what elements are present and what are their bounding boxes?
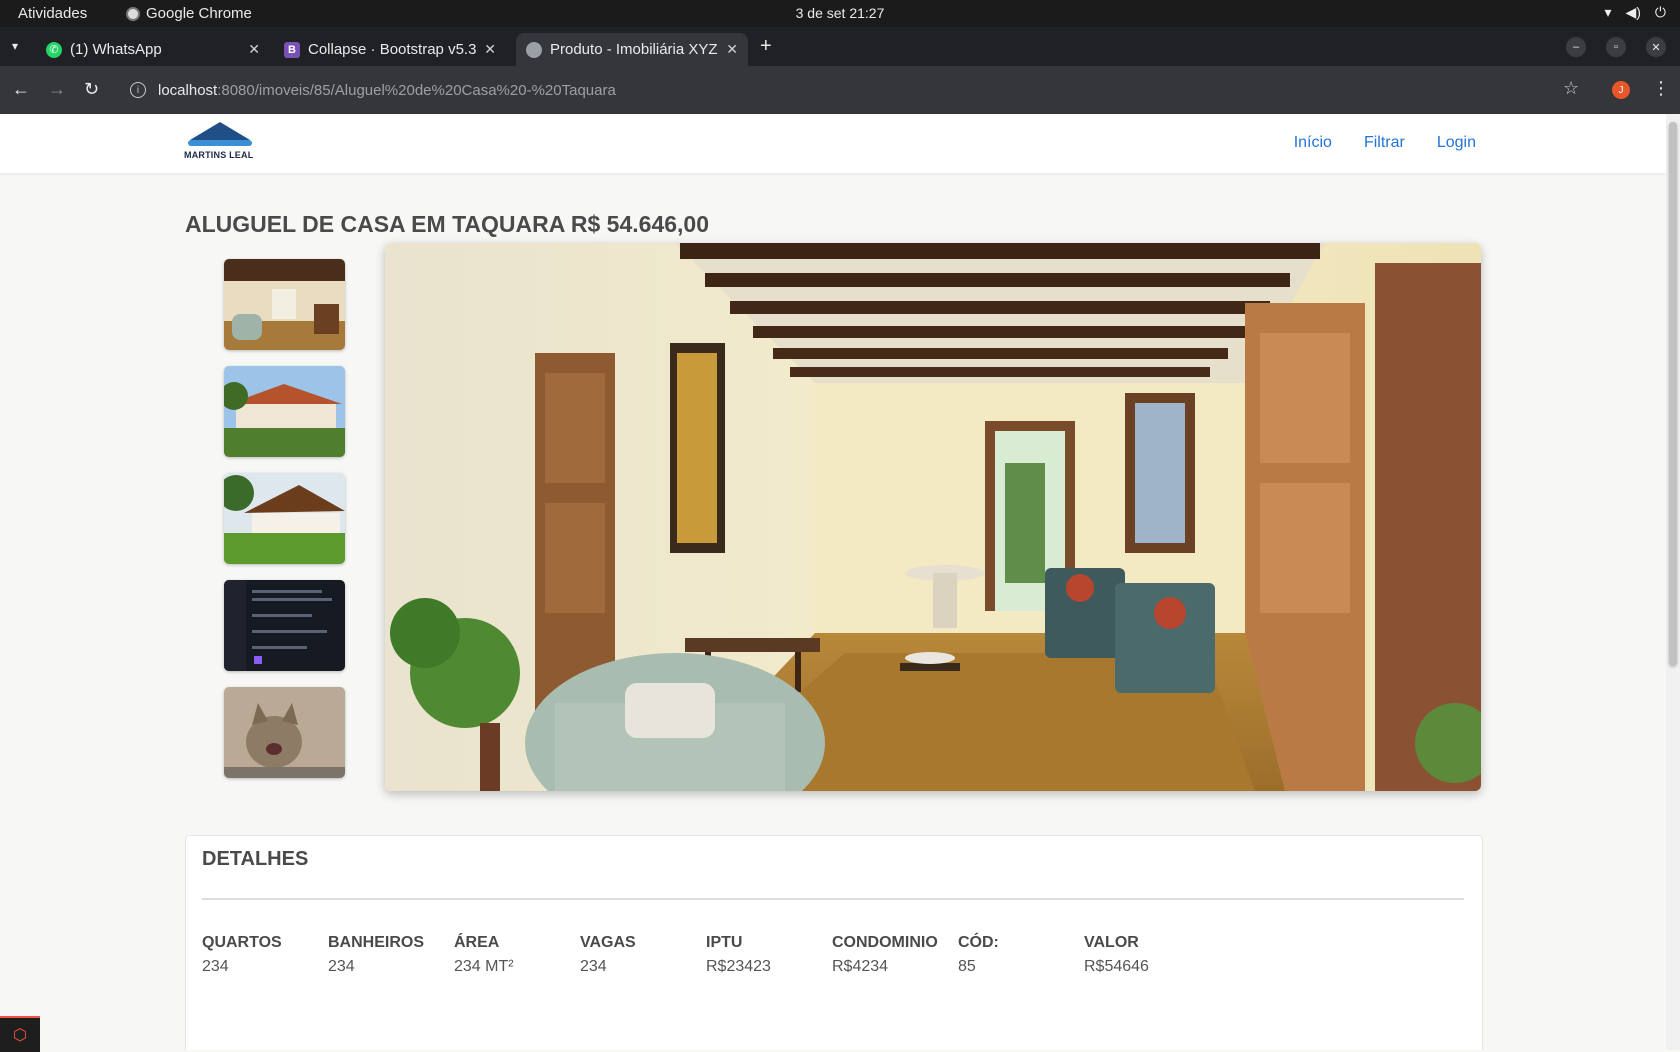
tab-strip: ▾ ✆ (1) WhatsApp ✕ B Collapse · Bootstra… — [0, 27, 1680, 66]
kebab-menu-icon[interactable]: ⋮ — [1652, 78, 1670, 99]
detail-label: CONDOMINIO — [832, 934, 938, 951]
detail-label: QUARTOS — [202, 934, 282, 951]
clock[interactable]: 3 de set 21:27 — [0, 5, 1680, 21]
back-arrow-icon[interactable]: ← — [12, 79, 30, 100]
tab-produto[interactable]: Produto - Imobiliária XYZ ✕ — [516, 33, 748, 66]
minimize-icon[interactable]: – — [1566, 37, 1586, 57]
detail-value: R$23423 — [706, 958, 771, 975]
detail-value: 234 — [328, 958, 355, 975]
bootstrap-icon: B — [284, 41, 300, 58]
system-tray[interactable]: ▾ ◀) ⏻ — [1604, 4, 1666, 21]
forward-arrow-icon[interactable]: → — [48, 79, 66, 100]
details-card: DETALHES QUARTOS 234 BANHEIROS 234 ÁREA … — [185, 835, 1483, 1050]
thumbnail-interior[interactable] — [224, 259, 345, 350]
logo-swoosh-graphic — [188, 140, 252, 146]
close-icon[interactable]: ✕ — [484, 41, 496, 58]
thumbnail-house-exterior[interactable] — [224, 366, 345, 457]
page-viewport: MARTINS LEAL Início Filtrar Login ALUGUE… — [0, 114, 1666, 1050]
detail-value: 234 — [202, 958, 229, 975]
site-nav-links: Início Filtrar Login — [1294, 134, 1476, 152]
new-tab-plus-icon[interactable]: + — [760, 35, 772, 58]
site-info-icon[interactable]: i — [130, 82, 146, 98]
detail-label: CÓD: — [958, 934, 999, 951]
globe-icon — [526, 41, 542, 58]
detail-condominio: CONDOMINIO R$4234 — [832, 934, 958, 976]
nav-link-login[interactable]: Login — [1437, 134, 1476, 152]
detail-value: 85 — [958, 958, 976, 975]
nav-link-inicio[interactable]: Início — [1294, 134, 1332, 152]
system-top-bar: Atividades Google Chrome 3 de set 21:27 … — [0, 0, 1680, 27]
tab-bootstrap-collapse[interactable]: B Collapse · Bootstrap v5.3 ✕ — [274, 33, 506, 66]
address-bar[interactable]: i localhost:8080/imoveis/85/Aluguel%20de… — [120, 72, 1580, 108]
detail-label: VAGAS — [580, 934, 636, 951]
detail-label: BANHEIROS — [328, 934, 425, 951]
bookmark-star-icon[interactable]: ☆ — [1563, 78, 1579, 99]
detail-codigo: CÓD: 85 — [958, 934, 1084, 976]
thumbnail-code-screenshot[interactable] — [224, 580, 345, 671]
tab-title: Produto - Imobiliária XYZ — [550, 41, 718, 58]
reload-icon[interactable]: ↻ — [84, 79, 99, 100]
laravel-debugbar-icon[interactable]: ⬡ — [0, 1016, 40, 1052]
power-icon: ⏻ — [1654, 4, 1666, 20]
tab-whatsapp[interactable]: ✆ (1) WhatsApp ✕ — [36, 33, 270, 66]
page-title: ALUGUEL DE CASA EM TAQUARA R$ 54.646,00 — [185, 211, 710, 237]
detail-value: 234 — [580, 958, 607, 975]
detail-label: ÁREA — [454, 934, 500, 951]
browser-toolbar: ← → ↻ i localhost:8080/imoveis/85/Alugue… — [0, 66, 1680, 114]
close-window-icon[interactable]: ✕ — [1646, 37, 1666, 57]
site-navbar: MARTINS LEAL Início Filtrar Login — [0, 114, 1666, 173]
tab-search-chevron-icon[interactable]: ▾ — [12, 39, 18, 53]
logo-roof-graphic — [190, 122, 250, 140]
detail-label: VALOR — [1084, 934, 1139, 951]
living-room-photo — [385, 243, 1481, 791]
detail-banheiros: BANHEIROS 234 — [328, 934, 454, 976]
detail-valor: VALOR R$54646 — [1084, 934, 1210, 976]
detail-label: IPTU — [706, 934, 743, 951]
profile-avatar[interactable]: J — [1612, 81, 1630, 99]
maximize-icon[interactable]: ▫ — [1606, 37, 1626, 57]
tab-title: Collapse · Bootstrap v5.3 — [308, 41, 477, 58]
detail-quartos: QUARTOS 234 — [202, 934, 328, 976]
site-logo[interactable]: MARTINS LEAL — [184, 120, 256, 166]
thumbnail-chalet-exterior[interactable] — [224, 473, 345, 564]
nav-link-filtrar[interactable]: Filtrar — [1364, 134, 1405, 152]
close-icon[interactable]: ✕ — [248, 41, 260, 58]
logo-text: MARTINS LEAL — [184, 150, 254, 160]
detail-value: R$54646 — [1084, 958, 1149, 975]
detail-iptu: IPTU R$23423 — [706, 934, 832, 976]
page-scrollbar[interactable] — [1666, 114, 1680, 1050]
details-heading: DETALHES — [202, 848, 309, 870]
wifi-icon: ▾ — [1604, 4, 1612, 20]
thumbnail-kitten[interactable] — [224, 687, 345, 778]
detail-area: ÁREA 234 MT² — [454, 934, 580, 976]
detail-value: R$4234 — [832, 958, 889, 975]
scrollbar-thumb[interactable] — [1669, 122, 1677, 666]
address-path: :8080/imoveis/85/Aluguel%20de%20Casa%20-… — [217, 81, 616, 99]
whatsapp-icon: ✆ — [46, 41, 62, 58]
volume-icon: ◀) — [1625, 4, 1641, 20]
details-divider — [202, 898, 1464, 900]
detail-vagas: VAGAS 234 — [580, 934, 706, 976]
close-icon[interactable]: ✕ — [726, 41, 738, 58]
tab-title: (1) WhatsApp — [70, 41, 162, 58]
address-host: localhost — [158, 81, 218, 99]
detail-value: 234 MT² — [454, 958, 514, 975]
main-property-image[interactable] — [385, 243, 1481, 791]
